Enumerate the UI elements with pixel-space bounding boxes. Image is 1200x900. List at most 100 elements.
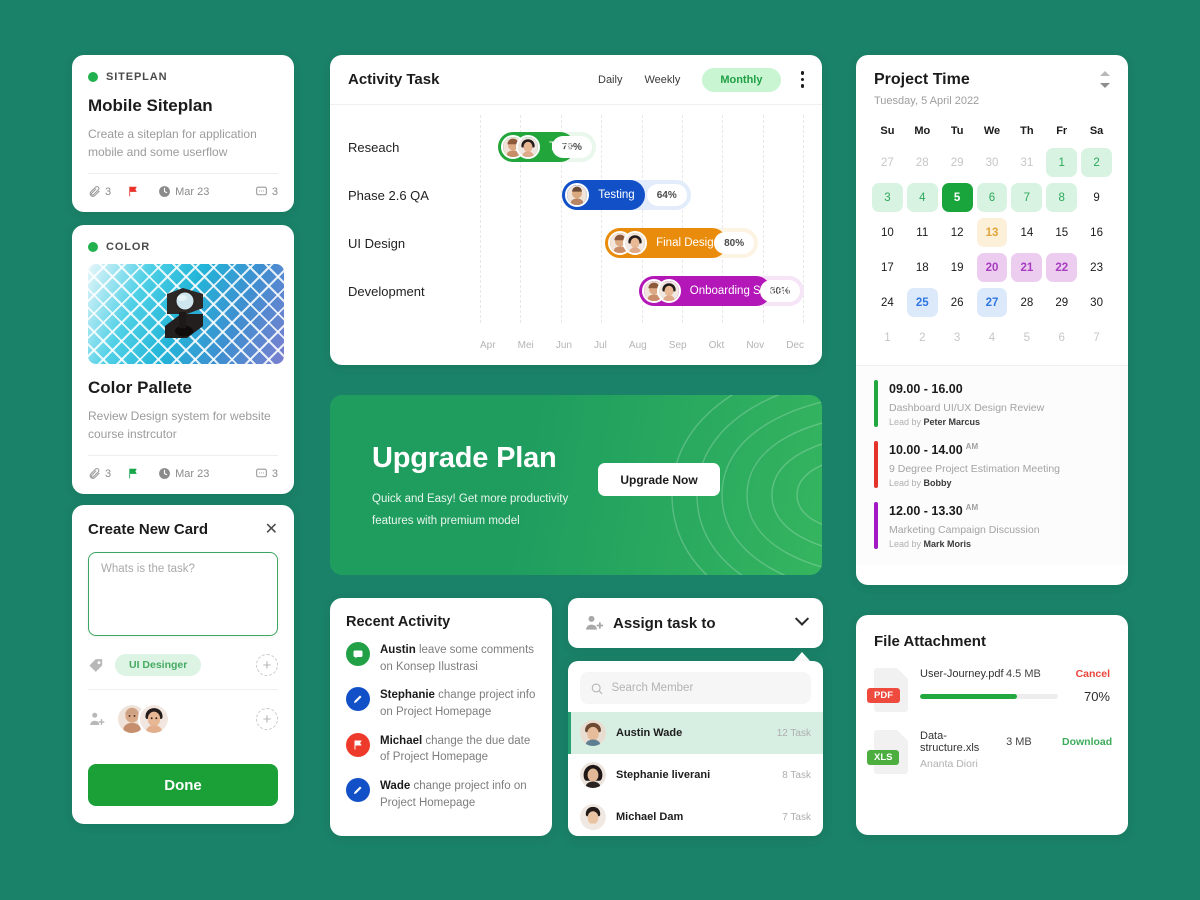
progress-fill	[920, 694, 1017, 699]
calendar-day[interactable]: 19	[942, 253, 973, 282]
chart-bar-track[interactable]: Tags 79%	[498, 132, 596, 162]
list-item[interactable]: Michael change the due date of Project H…	[346, 732, 536, 766]
calendar-day[interactable]: 18	[907, 253, 938, 282]
tag-chip[interactable]: UI Desinger	[115, 654, 202, 676]
calendar-day[interactable]: 28	[907, 148, 938, 177]
add-tag-button[interactable]: +	[256, 654, 278, 676]
download-button[interactable]: Download	[1062, 736, 1112, 748]
calendar-day[interactable]: 10	[872, 218, 903, 247]
flag-icon	[346, 732, 370, 757]
calendar-day[interactable]: 6	[976, 183, 1008, 212]
calendar-day[interactable]: 31	[1011, 148, 1042, 177]
calendar-day[interactable]: 12	[942, 218, 973, 247]
calendar-day[interactable]: 7	[1011, 183, 1043, 212]
due-date-meta: Mar 23	[158, 185, 209, 198]
calendar-day[interactable]: 9	[1081, 183, 1112, 212]
close-icon[interactable]: ✕	[265, 521, 278, 538]
x-tick: Sep	[668, 340, 687, 351]
calendar-day[interactable]: 1	[1046, 148, 1078, 177]
list-item[interactable]: 09.00 - 16.00 Dashboard UI/UX Design Rev…	[874, 380, 1110, 427]
list-item[interactable]: Austin Wade 12 Task	[568, 712, 823, 754]
list-item[interactable]: Austin leave some comments on Konsep Ilu…	[346, 642, 536, 675]
list-item[interactable]: XLS Data-structure.xls 3 MB Download Ana…	[867, 730, 1112, 774]
calendar-day[interactable]: 4	[977, 323, 1008, 352]
calendar-day[interactable]: 3	[872, 183, 903, 212]
comments-meta: 3	[255, 467, 278, 480]
assign-task-trigger[interactable]: Assign task to	[568, 598, 823, 648]
task-card-color[interactable]: COLOR Color Pallete Review Design system…	[72, 225, 294, 494]
calendar-day[interactable]: 23	[1081, 253, 1112, 282]
search-input[interactable]	[611, 682, 801, 694]
upgrade-now-button[interactable]: Upgrade Now	[598, 463, 720, 496]
chevron-down-icon[interactable]	[1100, 83, 1110, 88]
calendar-day[interactable]: 2	[907, 323, 938, 352]
calendar-day[interactable]: 13	[976, 218, 1008, 247]
list-item[interactable]: 10.00 - 14.00 AM 9 Degree Project Estimat…	[874, 441, 1110, 488]
tab-daily[interactable]: Daily	[598, 74, 622, 86]
calendar-day[interactable]: 30	[977, 148, 1008, 177]
calendar-day[interactable]: 29	[942, 148, 973, 177]
calendar-days-grid: 27 28 29 30 31 1 2 3 4 5 6 7 8 9 10 11 12 13 14 15 16 17 18 19 2…	[870, 145, 1114, 355]
bar-avatars	[608, 231, 648, 255]
calendar-day[interactable]: 25	[906, 288, 938, 317]
list-item[interactable]: PDF User-Journey.pdf 4.5 MB Cancel 70%	[867, 668, 1110, 712]
month-stepper[interactable]	[1100, 71, 1110, 107]
chart-bar-track[interactable]: Onboarding Screen 80%	[638, 276, 804, 306]
calendar-day[interactable]: 24	[872, 288, 903, 317]
list-item[interactable]: 12.00 - 13.30 AM Marketing Campaign Discu…	[874, 502, 1110, 549]
calendar-day[interactable]: 7	[1081, 323, 1112, 352]
calendar-day[interactable]: 22	[1046, 253, 1078, 282]
search-box[interactable]	[580, 672, 811, 704]
schedule-lead-name: Mark Moris	[923, 539, 972, 549]
tab-weekly[interactable]: Weekly	[644, 74, 680, 86]
calendar-day[interactable]: 5	[941, 183, 973, 212]
calendar-day[interactable]: 2	[1081, 148, 1112, 177]
list-item[interactable]: Stephanie liverani 8 Task	[568, 754, 823, 796]
chevron-down-icon[interactable]	[794, 611, 810, 626]
member-avatars[interactable]	[116, 703, 170, 735]
chevron-up-icon[interactable]	[1100, 71, 1110, 76]
task-card-siteplan[interactable]: SITEPLAN Mobile Siteplan Create a sitepl…	[72, 55, 294, 212]
attachment-meta: 3	[88, 467, 111, 480]
file-header-line: User-Journey.pdf 4.5 MB Cancel	[920, 668, 1110, 680]
calendar-day[interactable]: 26	[942, 288, 973, 317]
calendar-day[interactable]: 16	[1081, 218, 1112, 247]
done-button[interactable]: Done	[88, 764, 278, 806]
avatar	[580, 762, 606, 788]
status-dot-icon	[88, 242, 98, 252]
card-meta-row: 3 Mar 23 3	[88, 173, 278, 198]
calendar-day[interactable]: 20	[976, 253, 1008, 282]
schedule-time-text: 09.00 - 16.00	[889, 382, 963, 396]
calendar-day[interactable]: 17	[872, 253, 903, 282]
list-item[interactable]: Michael Dam 7 Task	[568, 796, 823, 836]
add-member-button[interactable]: +	[256, 708, 278, 730]
calendar-day[interactable]: 11	[907, 218, 938, 247]
calendar-day[interactable]: 1	[872, 323, 903, 352]
calendar-day[interactable]: 27	[976, 288, 1008, 317]
chart-row: Development Onboarding Screen 80%	[348, 267, 804, 315]
calendar-day[interactable]: 4	[906, 183, 938, 212]
calendar-day[interactable]: 21	[1011, 253, 1043, 282]
kebab-menu-icon[interactable]	[800, 71, 804, 88]
chart-bar-track[interactable]: Final Design 80%	[605, 228, 759, 258]
tab-monthly[interactable]: Monthly	[702, 67, 781, 92]
calendar-day[interactable]: 28	[1011, 288, 1042, 317]
list-item[interactable]: Stephanie change project info on Project…	[346, 687, 536, 720]
banner-content: Upgrade Plan Quick and Easy! Get more pr…	[330, 395, 822, 533]
activity-text: Wade change project info on Project Home…	[380, 778, 536, 811]
calendar-day[interactable]: 8	[1046, 183, 1078, 212]
calendar-day[interactable]: 27	[872, 148, 903, 177]
calendar-day[interactable]: 5	[1011, 323, 1042, 352]
calendar-day[interactable]: 30	[1081, 288, 1112, 317]
chart-bar-track[interactable]: Testing 64%	[562, 180, 691, 210]
calendar-day[interactable]: 14	[1011, 218, 1042, 247]
calendar-day[interactable]: 6	[1046, 323, 1077, 352]
calendar-day[interactable]: 3	[942, 323, 973, 352]
list-item[interactable]: Wade change project info on Project Home…	[346, 778, 536, 811]
calendar-day[interactable]: 29	[1046, 288, 1077, 317]
cancel-button[interactable]: Cancel	[1062, 668, 1110, 680]
x-tick: Apr	[480, 340, 496, 351]
upgrade-plan-banner: Upgrade Plan Quick and Easy! Get more pr…	[330, 395, 822, 575]
task-input[interactable]	[88, 552, 278, 636]
calendar-day[interactable]: 15	[1046, 218, 1077, 247]
